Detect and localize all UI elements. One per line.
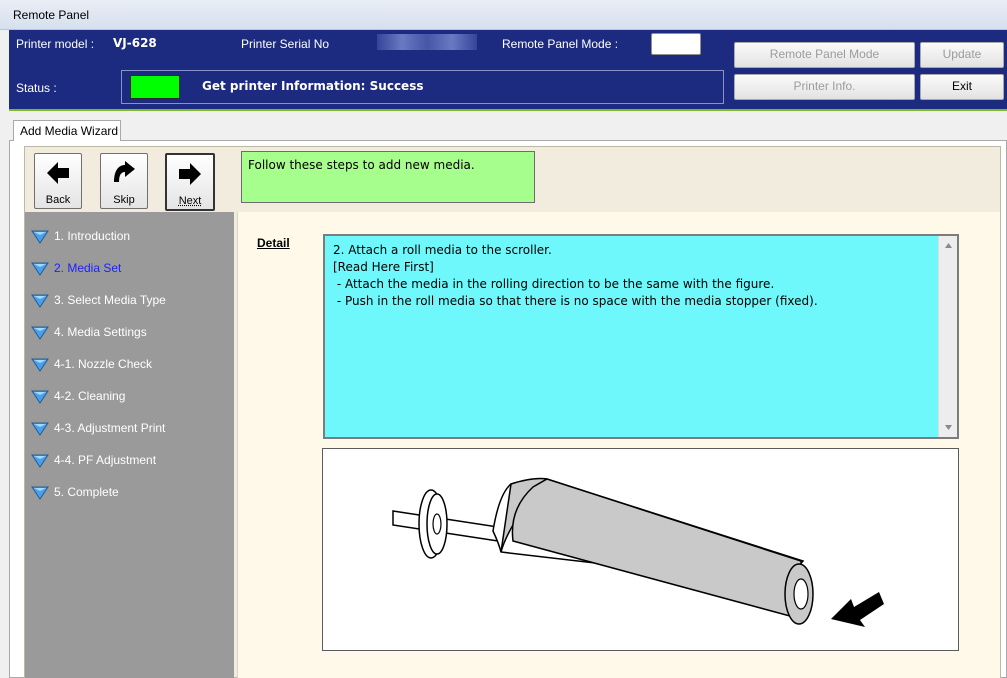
detail-label: Detail	[257, 236, 290, 250]
control-panel: Remote Panel Mode Update Printer Info. E…	[728, 30, 1007, 111]
status-led	[130, 75, 180, 99]
roll-media-illustration	[392, 477, 884, 627]
printer-header: Printer model : VJ-628 Printer Serial No…	[9, 30, 728, 111]
status-text: Get printer Information: Success	[202, 79, 424, 93]
back-button[interactable]: Back	[34, 153, 82, 209]
steps-sidebar: 1. Introduction 2. Media Set 3. Select Med…	[25, 212, 234, 678]
back-label: Back	[45, 194, 71, 206]
step-triangle-icon	[31, 390, 49, 404]
printer-info-button[interactable]: Printer Info.	[734, 74, 915, 100]
next-arrow-icon	[179, 163, 201, 185]
back-arrow-icon	[47, 162, 69, 184]
roll-media-figure	[322, 448, 959, 651]
step-label: 4. Media Settings	[54, 325, 147, 339]
step-label: 4-4. PF Adjustment	[54, 453, 157, 467]
step-label: 1. Introduction	[54, 229, 131, 243]
serial-value-redacted	[377, 34, 477, 50]
detail-line: - Push in the roll media so that there i…	[333, 294, 818, 308]
scroll-arrows-icon	[945, 243, 952, 430]
step-triangle-icon	[31, 422, 49, 436]
step-triangle-icon	[31, 230, 49, 244]
window-title: Remote Panel	[13, 8, 90, 22]
step-label: 4-3. Adjustment Print	[54, 421, 166, 435]
step-triangle-icon	[31, 326, 49, 340]
step-triangle-icon	[31, 262, 49, 276]
step-triangle-icon	[31, 358, 49, 372]
step-label: 4-1. Nozzle Check	[54, 357, 153, 371]
exit-button[interactable]: Exit	[920, 74, 1004, 100]
skip-label: Skip	[113, 194, 135, 206]
step-triangle-icon	[31, 454, 49, 468]
printer-model-label: Printer model :	[16, 37, 95, 51]
tab-add-media-wizard[interactable]: Add Media Wizard	[13, 120, 121, 141]
next-button[interactable]: Next	[165, 153, 215, 211]
detail-line: 2. Attach a roll media to the scroller.	[333, 243, 552, 257]
detail-textbox[interactable]: 2. Attach a roll media to the scroller. …	[323, 234, 959, 439]
printer-model-value: VJ-628	[113, 36, 157, 50]
step-triangle-icon	[31, 486, 49, 500]
skip-button[interactable]: Skip	[100, 153, 148, 209]
update-button[interactable]: Update	[920, 42, 1004, 68]
serial-label: Printer Serial No	[241, 37, 330, 51]
step-label: 4-2. Cleaning	[54, 389, 126, 403]
detail-scrollbar[interactable]	[938, 236, 957, 437]
step-label: 5. Complete	[54, 485, 119, 499]
skip-arrow-icon	[114, 161, 135, 182]
instruction-banner: Follow these steps to add new media.	[241, 151, 535, 203]
status-label: Status :	[16, 81, 57, 95]
status-frame: Get printer Information: Success	[121, 70, 724, 104]
detail-line: - Attach the media in the rolling direct…	[333, 277, 775, 291]
detail-line: [Read Here First]	[333, 260, 434, 274]
step-label: 3. Select Media Type	[54, 293, 166, 307]
next-label: Next	[178, 195, 202, 207]
step-triangle-icon	[31, 294, 49, 308]
mode-indicator	[651, 33, 701, 55]
remote-panel-mode-button[interactable]: Remote Panel Mode	[734, 42, 915, 68]
step-label: 2. Media Set	[54, 261, 122, 275]
window-titlebar: Remote Panel	[0, 0, 1007, 30]
mode-label: Remote Panel Mode :	[502, 37, 619, 51]
